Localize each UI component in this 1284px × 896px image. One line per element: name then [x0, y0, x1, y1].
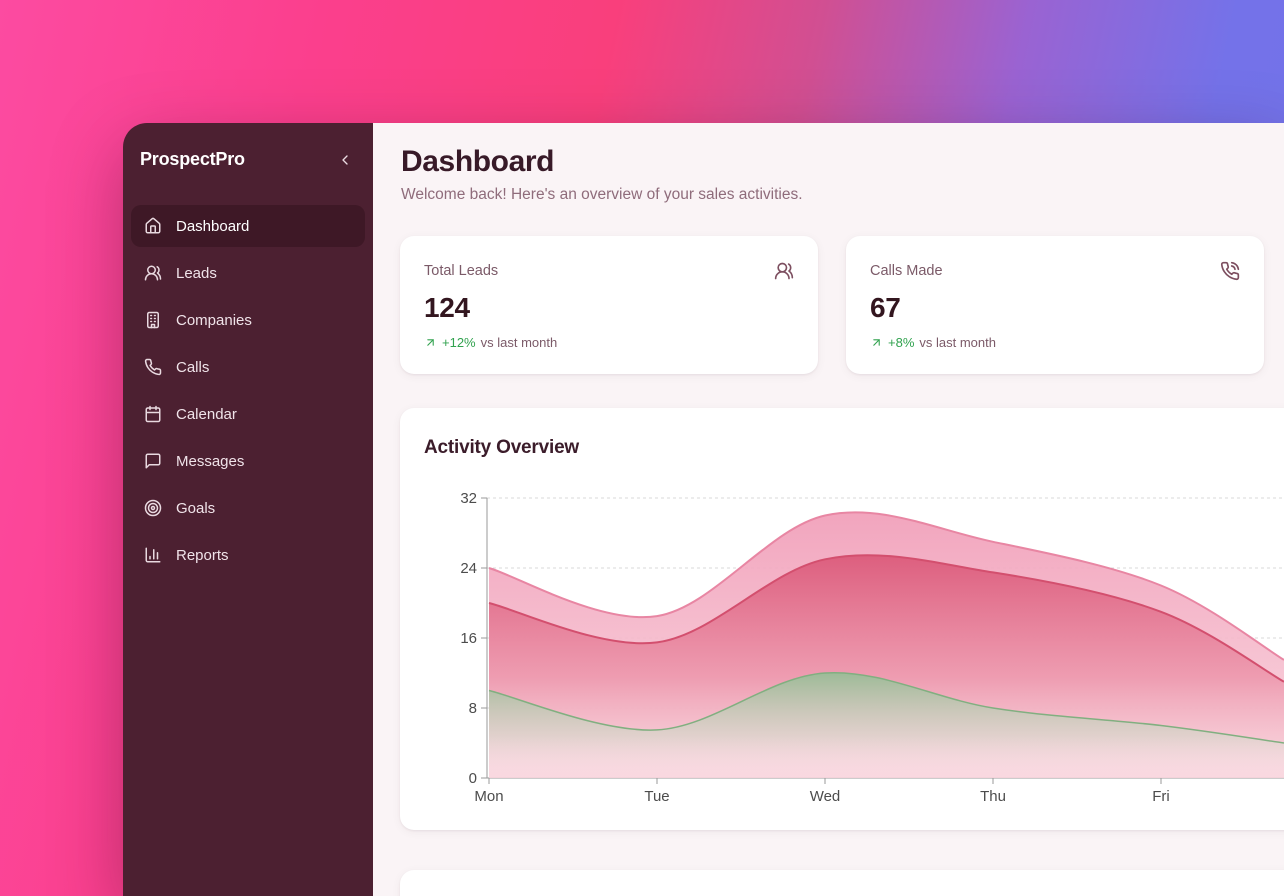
svg-text:8: 8 — [469, 700, 477, 717]
arrow-up-right-icon — [870, 336, 883, 349]
page-header: Dashboard Welcome back! Here's an overvi… — [401, 145, 803, 204]
bar-chart-icon — [144, 546, 162, 564]
main-content: Dashboard Welcome back! Here's an overvi… — [373, 123, 1284, 896]
stat-trend-value: +8% — [888, 335, 914, 350]
svg-text:Fri: Fri — [1152, 788, 1170, 805]
chart-title: Activity Overview — [424, 437, 579, 459]
stat-label: Calls Made — [870, 261, 943, 279]
stat-value: 67 — [870, 292, 1240, 324]
target-icon — [144, 499, 162, 517]
sidebar-item-label: Calls — [176, 359, 209, 376]
stat-label: Total Leads — [424, 261, 498, 279]
sidebar-item-calendar[interactable]: Calendar — [131, 393, 365, 435]
home-icon — [144, 217, 162, 235]
activity-overview-card: Activity Overview 0 8 16 24 32 Mon Tue Wed Thu Fr… — [400, 408, 1284, 830]
stat-card-calls-made: Calls Made 67 +8% vs last month — [846, 236, 1264, 374]
sidebar-collapse-button[interactable] — [335, 150, 355, 170]
app-title: ProspectPro — [140, 149, 245, 170]
sidebar-item-dashboard[interactable]: Dashboard — [131, 205, 365, 247]
arrow-up-right-icon — [424, 336, 437, 349]
calendar-icon — [144, 405, 162, 423]
message-icon — [144, 452, 162, 470]
sidebar-item-messages[interactable]: Messages — [131, 440, 365, 482]
sidebar-item-companies[interactable]: Companies — [131, 299, 365, 341]
activity-area-chart: 08162432MonTueWedThuFri — [487, 493, 1284, 813]
phone-icon — [144, 358, 162, 376]
sidebar-item-label: Reports — [176, 547, 229, 564]
phone-call-icon — [1220, 261, 1240, 281]
sidebar-item-leads[interactable]: Leads — [131, 252, 365, 294]
page-title: Dashboard — [401, 145, 803, 179]
stat-trend-note: vs last month — [481, 335, 558, 350]
sidebar-nav: Dashboard Leads Companies Calls Calendar… — [131, 205, 365, 581]
svg-text:0: 0 — [469, 770, 477, 787]
sidebar-item-label: Leads — [176, 265, 217, 282]
sidebar: ProspectPro Dashboard Leads Companies — [123, 123, 373, 896]
stat-trend-note: vs last month — [919, 335, 996, 350]
page-subtitle: Welcome back! Here's an overview of your… — [401, 186, 803, 204]
stats-row: Total Leads 124 +12% vs last month Calls… — [400, 236, 1264, 374]
building-icon — [144, 311, 162, 329]
bottom-card-partial — [400, 870, 1284, 896]
sidebar-item-label: Companies — [176, 312, 252, 329]
app-window: ProspectPro Dashboard Leads Companies — [123, 123, 1284, 896]
sidebar-item-label: Goals — [176, 500, 215, 517]
sidebar-item-reports[interactable]: Reports — [131, 534, 365, 576]
sidebar-item-calls[interactable]: Calls — [131, 346, 365, 388]
svg-text:32: 32 — [460, 490, 477, 507]
users-icon — [144, 264, 162, 282]
sidebar-item-label: Calendar — [176, 406, 237, 423]
sidebar-item-goals[interactable]: Goals — [131, 487, 365, 529]
svg-text:16: 16 — [460, 630, 477, 647]
stat-value: 124 — [424, 292, 794, 324]
stat-card-total-leads: Total Leads 124 +12% vs last month — [400, 236, 818, 374]
svg-text:Tue: Tue — [644, 788, 669, 805]
svg-text:Mon: Mon — [474, 788, 503, 805]
svg-text:Thu: Thu — [980, 788, 1006, 805]
stat-trend-value: +12% — [442, 335, 476, 350]
svg-text:24: 24 — [460, 560, 477, 577]
users-icon — [774, 261, 794, 281]
sidebar-item-label: Dashboard — [176, 218, 249, 235]
svg-text:Wed: Wed — [810, 788, 841, 805]
sidebar-item-label: Messages — [176, 453, 244, 470]
chevron-left-icon — [337, 152, 353, 168]
